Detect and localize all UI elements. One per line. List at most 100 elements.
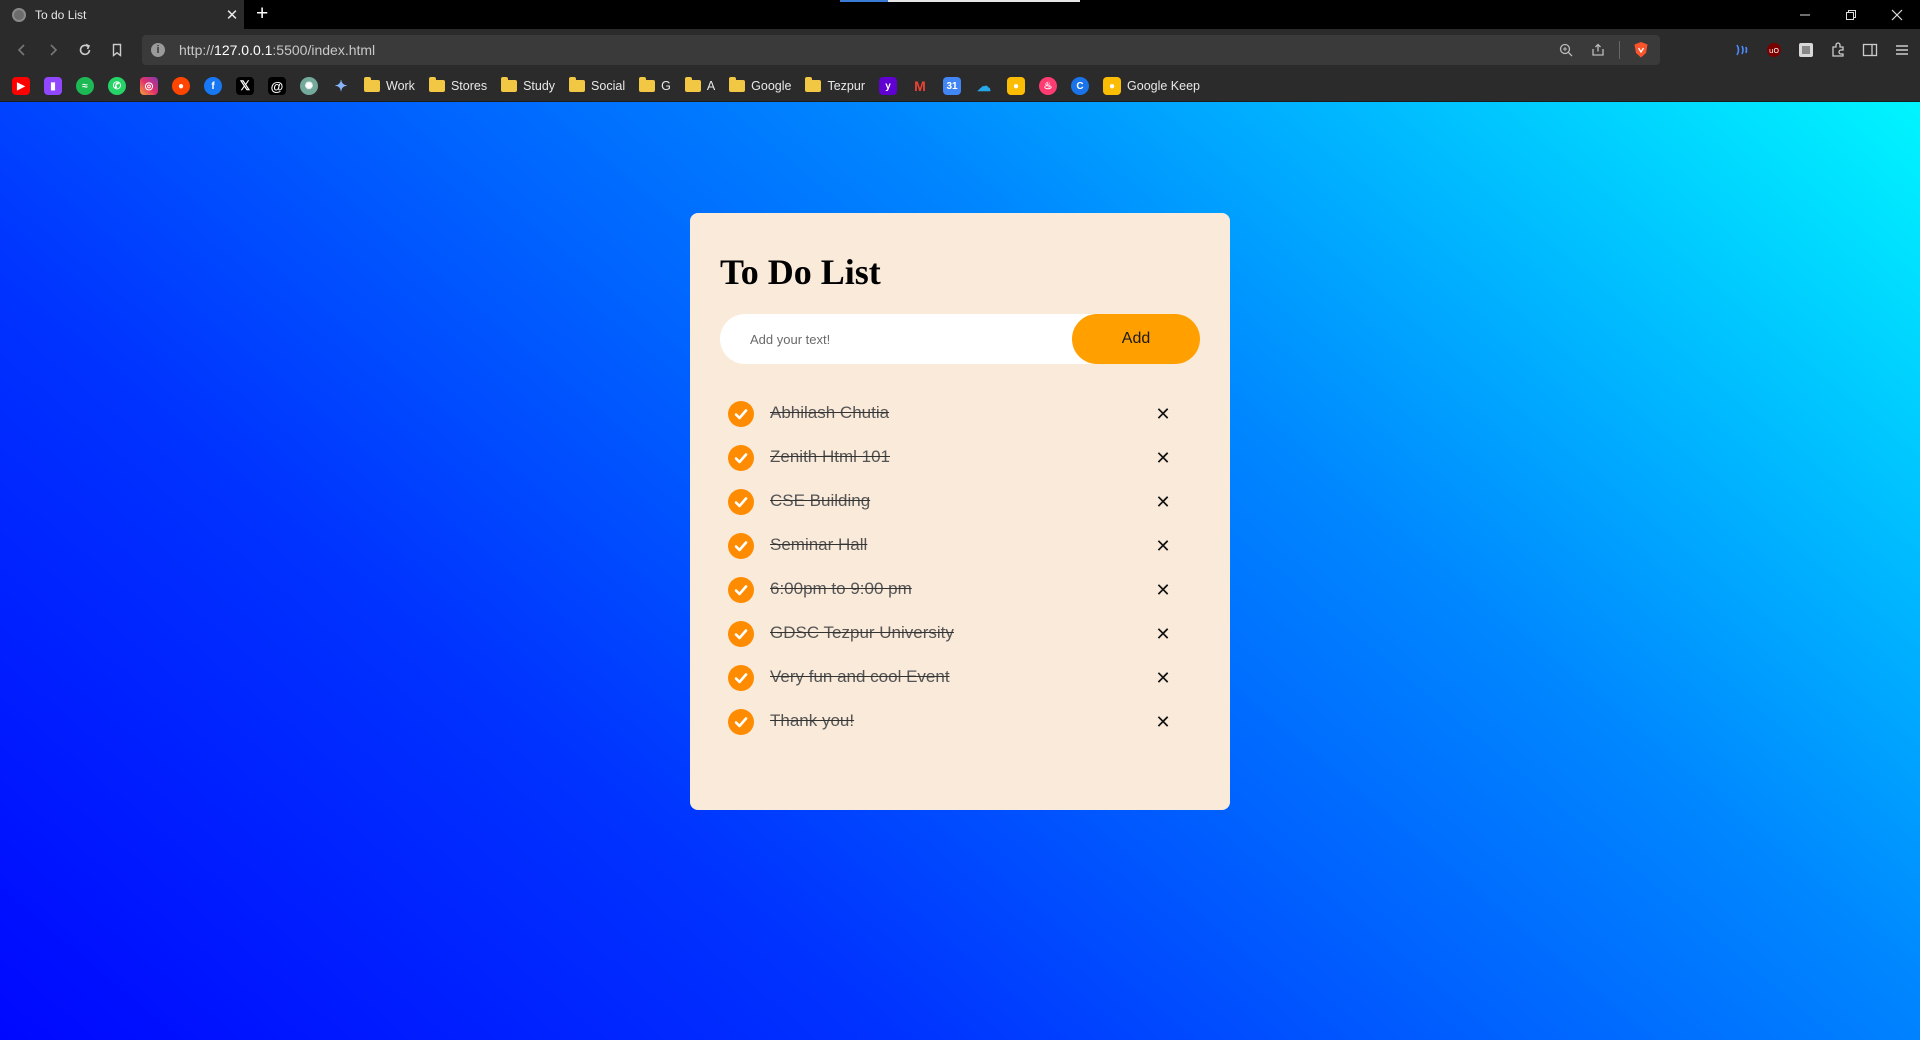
delete-icon[interactable]: ✕ (1152, 491, 1174, 513)
todo-text: Abhilash Chutia (770, 403, 890, 422)
gemini-icon[interactable]: ✦ (332, 77, 350, 95)
menu-icon[interactable] (1890, 38, 1914, 62)
minimize-button[interactable] (1782, 0, 1828, 29)
todo-text: Seminar Hall (770, 535, 868, 554)
yahoo-icon[interactable]: y (879, 77, 898, 95)
bookmark-folder-stores[interactable]: Stores (428, 77, 488, 93)
whatsapp-icon[interactable]: ✆ (108, 77, 126, 95)
todo-text: GDSC Tezpur University (770, 623, 954, 642)
todo-item[interactable]: Thank you! ✕ (720, 700, 1200, 744)
reddit-icon[interactable]: ● (172, 77, 190, 95)
back-button[interactable] (10, 38, 34, 62)
check-icon[interactable] (728, 665, 754, 691)
share-icon[interactable] (1587, 39, 1609, 61)
restore-icon (1846, 9, 1856, 20)
input-row: Add (720, 314, 1200, 364)
wallet-icon[interactable] (1730, 38, 1754, 62)
bookmark-label: Stores (450, 79, 488, 93)
sidebar-icon[interactable] (1858, 38, 1882, 62)
bookmark-label: A (706, 79, 716, 93)
reload-button[interactable] (73, 38, 97, 62)
x-icon[interactable]: 𝕏 (236, 77, 254, 95)
bookmark-folder-google[interactable]: Google (729, 77, 791, 93)
calendar-icon[interactable]: 31 (943, 77, 962, 95)
bookmark-label: G (661, 79, 671, 93)
check-icon[interactable] (728, 489, 754, 515)
tab-close-icon[interactable]: ✕ (220, 6, 244, 24)
twitch-icon[interactable]: ▮ (44, 77, 62, 95)
page-background: To Do List Add Abhilash Chutia ✕ Zenith … (0, 102, 1920, 1040)
todo-text: Zenith Html 101 (770, 447, 890, 466)
url-prefix: http:// (179, 42, 215, 58)
browser-toolbar: i http://127.0.0.1:5500/index.html uO (0, 29, 1920, 71)
keep-icon[interactable]: ● (1007, 77, 1026, 95)
chatgpt-icon[interactable]: ✺ (300, 77, 318, 95)
restore-button[interactable] (1828, 0, 1874, 29)
todo-item[interactable]: GDSC Tezpur University ✕ (720, 612, 1200, 656)
delete-icon[interactable]: ✕ (1152, 623, 1174, 645)
delete-icon[interactable]: ✕ (1152, 535, 1174, 557)
bookmark-folder-study[interactable]: Study (501, 77, 556, 93)
new-tab-button[interactable]: + (256, 2, 268, 26)
ublock-icon[interactable]: uO (1762, 38, 1786, 62)
todo-item[interactable]: CSE Building ✕ (720, 480, 1200, 524)
bookmark-label: Study (523, 79, 556, 93)
delete-icon[interactable]: ✕ (1152, 447, 1174, 469)
browser-tab[interactable]: To do List ✕ (0, 0, 244, 29)
todo-item[interactable]: Abhilash Chutia ✕ (720, 392, 1200, 436)
facebook-icon[interactable]: f (204, 77, 222, 95)
folder-icon (501, 77, 518, 92)
todo-item[interactable]: Very fun and cool Event ✕ (720, 656, 1200, 700)
tinder-icon[interactable]: ♨ (1039, 77, 1058, 95)
bookmark-google-keep[interactable]: ● Google Keep (1103, 77, 1200, 95)
check-icon[interactable] (728, 621, 754, 647)
onedrive-icon[interactable]: ☁ (975, 77, 993, 95)
bookmark-label: Social (591, 79, 626, 93)
extension-icon[interactable] (1794, 38, 1818, 62)
address-bar[interactable]: i http://127.0.0.1:5500/index.html (142, 35, 1660, 65)
brave-shields-icon[interactable] (1630, 39, 1652, 61)
todo-card: To Do List Add Abhilash Chutia ✕ Zenith … (690, 213, 1230, 810)
url-text[interactable]: http://127.0.0.1:5500/index.html (179, 42, 375, 58)
close-window-button[interactable] (1874, 0, 1920, 29)
bookmark-icon (112, 43, 122, 57)
minimize-icon (1800, 14, 1810, 15)
youtube-icon[interactable]: ▶ (12, 77, 30, 95)
bookmark-folder-g[interactable]: G (639, 77, 671, 93)
add-button[interactable]: Add (1072, 314, 1200, 364)
check-icon[interactable] (728, 445, 754, 471)
puzzle-icon[interactable] (1826, 38, 1850, 62)
info-icon[interactable]: i (151, 43, 165, 57)
spotify-icon[interactable]: ≈ (76, 77, 94, 95)
bookmark-folder-work[interactable]: Work (364, 77, 415, 93)
bookmark-folder-social[interactable]: Social (569, 77, 626, 93)
c-icon[interactable]: C (1071, 77, 1090, 95)
gmail-icon[interactable]: M (911, 77, 929, 95)
delete-icon[interactable]: ✕ (1152, 403, 1174, 425)
zoom-icon[interactable] (1555, 39, 1577, 61)
bookmark-button[interactable] (105, 38, 129, 62)
check-icon[interactable] (728, 533, 754, 559)
folder-icon (639, 77, 656, 92)
delete-icon[interactable]: ✕ (1152, 711, 1174, 733)
todo-item[interactable]: Seminar Hall ✕ (720, 524, 1200, 568)
check-icon[interactable] (728, 577, 754, 603)
google-keep-icon: ● (1103, 77, 1122, 95)
check-icon[interactable] (728, 401, 754, 427)
threads-icon[interactable]: @ (268, 77, 286, 95)
reload-icon (79, 43, 91, 56)
delete-icon[interactable]: ✕ (1152, 579, 1174, 601)
instagram-icon[interactable]: ◎ (140, 77, 158, 95)
todo-item[interactable]: 6:00pm to 9:00 pm ✕ (720, 568, 1200, 612)
bookmark-folder-a[interactable]: A (684, 77, 716, 93)
bookmark-label: Google Keep (1127, 79, 1200, 93)
address-bar-actions (1555, 39, 1652, 61)
todo-text: Thank you! (770, 711, 855, 730)
bookmark-folder-tezpur[interactable]: Tezpur (805, 77, 865, 93)
todo-item[interactable]: Zenith Html 101 ✕ (720, 436, 1200, 480)
folder-icon (805, 77, 822, 92)
forward-button[interactable] (41, 38, 65, 62)
check-icon[interactable] (728, 709, 754, 735)
todo-input[interactable] (720, 314, 1090, 364)
delete-icon[interactable]: ✕ (1152, 667, 1174, 689)
